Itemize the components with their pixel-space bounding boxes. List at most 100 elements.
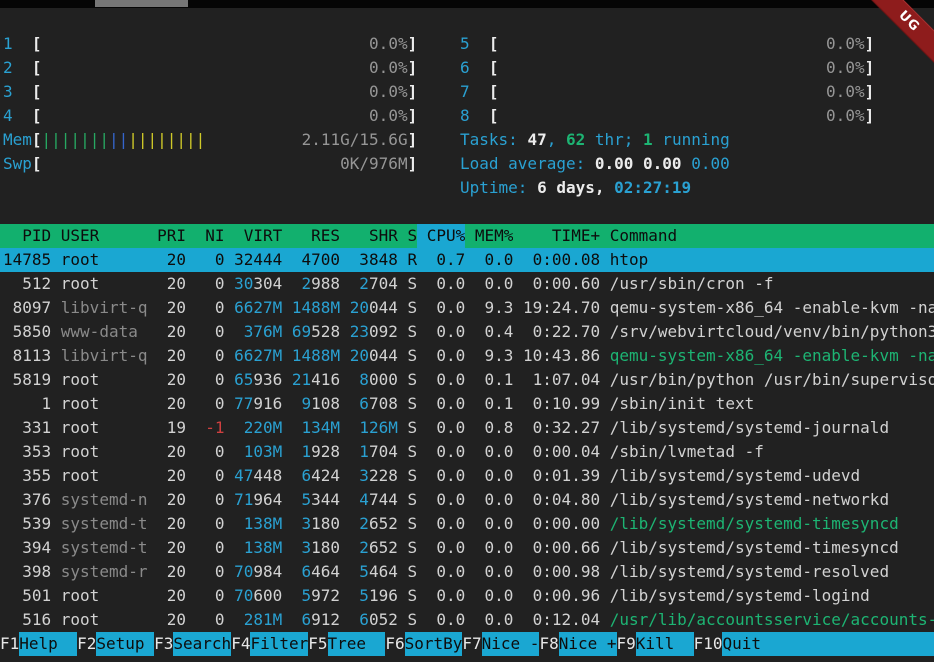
column-header-pid[interactable]: PID (3, 224, 51, 248)
nice-cell: -1 (196, 416, 225, 440)
fkey-action-help[interactable]: Help (19, 632, 77, 656)
fkey-label-f7: F7 (462, 632, 481, 656)
virt-cell: 376M (234, 320, 282, 344)
res-cell: 1928 (292, 440, 340, 464)
fkey-action-tree[interactable]: Tree (328, 632, 386, 656)
window-tab-fragment[interactable] (95, 0, 188, 7)
res-cell: 5344 (292, 488, 340, 512)
state-cell: S (407, 272, 417, 296)
meter-bar-yellow: |||||||| (128, 130, 205, 149)
cpu-pct-cell: 0.0 (427, 488, 466, 512)
process-row[interactable]: 398 systemd-r 20 0 70984 6464 5464 S 0.0… (0, 560, 934, 584)
fkey-action-kill[interactable]: Kill (636, 632, 694, 656)
process-row[interactable]: 14785 root 20 0 32444 4700 3848 R 0.7 0.… (0, 248, 934, 272)
column-header-mem[interactable]: MEM% (475, 224, 514, 248)
cpu7-meter-label: 7 (460, 80, 489, 104)
fkey-action-sortby[interactable]: SortBy (405, 632, 463, 656)
cpu-pct-cell: 0.0 (427, 296, 466, 320)
cpu5-meter-bar: 0.0% (499, 32, 865, 56)
shr-cell: 6052 (350, 608, 398, 632)
meter-bar-blue: || (109, 130, 128, 149)
column-header-ni[interactable]: NI (196, 224, 225, 248)
swap-meter-label: Swp (3, 152, 32, 176)
column-header-time[interactable]: TIME+ (523, 224, 600, 248)
fkey-action-nice+[interactable]: Nice + (559, 632, 617, 656)
cpu-pct-cell: 0.0 (427, 272, 466, 296)
cpu-pct-cell: 0.0 (427, 440, 466, 464)
cpu-meter-line: 3 [0.0%]7 [0.0%] (0, 80, 934, 104)
time-cell: 0:00.66 (523, 536, 600, 560)
command-cell: /lib/systemd/systemd-journald (610, 416, 889, 440)
cpu-pct-cell: 0.0 (427, 608, 466, 632)
mem-meter-value: 2.11G/15.6G (302, 128, 408, 152)
nice-cell: 0 (196, 344, 225, 368)
uptime-line: Uptime: 6 days, 02:27:19 (0, 176, 934, 200)
process-row[interactable]: 512 root 20 0 30304 2988 2704 S 0.0 0.0 … (0, 272, 934, 296)
fkey-label-f6: F6 (385, 632, 404, 656)
column-header-user[interactable]: USER (61, 224, 148, 248)
process-row[interactable]: 355 root 20 0 47448 6424 3228 S 0.0 0.0 … (0, 464, 934, 488)
cpu-pct-cell: 0.0 (427, 320, 466, 344)
command-cell: /srv/webvirtcloud/venv/bin/python3 (610, 320, 934, 344)
mem-pct-cell: 0.1 (475, 392, 514, 416)
res-cell: 21416 (292, 368, 340, 392)
nice-cell: 0 (196, 464, 225, 488)
process-row[interactable]: 376 systemd-n 20 0 71964 5344 4744 S 0.0… (0, 488, 934, 512)
mem-pct-cell: 0.0 (475, 272, 514, 296)
mem-meter-bar: |||||||||||||||||2.11G/15.6G (42, 128, 408, 152)
user-cell: root (61, 608, 148, 632)
res-cell: 2988 (292, 272, 340, 296)
virt-cell: 6627M (234, 344, 282, 368)
nice-cell: 0 (196, 584, 225, 608)
terminal-content: 1 [0.0%]5 [0.0%]2 [0.0%]6 [0.0%]3 [0.0%]… (0, 8, 934, 656)
cpu5-meter-value: 0.0% (826, 32, 865, 56)
process-row[interactable]: 353 root 20 0 103M 1928 1704 S 0.0 0.0 0… (0, 440, 934, 464)
fkey-action-filter[interactable]: Filter (250, 632, 308, 656)
column-header-command[interactable]: Command (610, 224, 677, 248)
nice-cell: 0 (196, 320, 225, 344)
mem-pct-cell: 0.8 (475, 416, 514, 440)
column-header-s[interactable]: S (407, 224, 417, 248)
res-cell: 4700 (292, 248, 340, 272)
pid-cell: 5850 (3, 320, 51, 344)
priority-cell: 20 (157, 392, 186, 416)
column-header-shr[interactable]: SHR (350, 224, 398, 248)
load-average-segment: Load average: (460, 154, 595, 173)
column-header-res[interactable]: RES (292, 224, 340, 248)
fkey-action-quit[interactable]: Quit (722, 632, 934, 656)
process-row[interactable]: 394 systemd-t 20 0 138M 3180 2652 S 0.0 … (0, 536, 934, 560)
res-cell: 6424 (292, 464, 340, 488)
command-cell: /lib/systemd/systemd-timesyncd (610, 512, 899, 536)
state-cell: S (407, 392, 417, 416)
fkey-action-nice-[interactable]: Nice - (482, 632, 540, 656)
pid-cell: 331 (3, 416, 51, 440)
mem-meter-label: Mem (3, 128, 32, 152)
process-row[interactable]: 1 root 20 0 77916 9108 6708 S 0.0 0.1 0:… (0, 392, 934, 416)
shr-cell: 8000 (350, 368, 398, 392)
cpu-pct-cell: 0.0 (427, 536, 466, 560)
blank-line (0, 200, 934, 224)
column-header-cpu[interactable]: CPU% (427, 224, 466, 248)
res-cell: 5972 (292, 584, 340, 608)
process-row[interactable]: 5850 www-data 20 0 376M 69528 23092 S 0.… (0, 320, 934, 344)
virt-cell: 138M (234, 512, 282, 536)
cpu8-meter-value: 0.0% (826, 104, 865, 128)
process-row[interactable]: 539 systemd-t 20 0 138M 3180 2652 S 0.0 … (0, 512, 934, 536)
fkey-action-setup[interactable]: Setup (96, 632, 154, 656)
tasks-segment: 1 (643, 130, 653, 149)
nice-cell: 0 (196, 392, 225, 416)
column-header-pri[interactable]: PRI (157, 224, 186, 248)
process-row[interactable]: 501 root 20 0 70600 5972 5196 S 0.0 0.0 … (0, 584, 934, 608)
process-row[interactable]: 516 root 20 0 281M 6912 6052 S 0.0 0.0 0… (0, 608, 934, 632)
column-header-virt[interactable]: VIRT (234, 224, 282, 248)
state-cell: S (407, 464, 417, 488)
res-cell: 9108 (292, 392, 340, 416)
fkey-label-f5: F5 (308, 632, 327, 656)
process-row[interactable]: 331 root 19 -1 220M 134M 126M S 0.0 0.8 … (0, 416, 934, 440)
process-row[interactable]: 5819 root 20 0 65936 21416 8000 S 0.0 0.… (0, 368, 934, 392)
process-row[interactable]: 8113 libvirt-q 20 0 6627M 1488M 20044 S … (0, 344, 934, 368)
state-cell: S (407, 488, 417, 512)
process-row[interactable]: 8097 libvirt-q 20 0 6627M 1488M 20044 S … (0, 296, 934, 320)
fkey-action-search[interactable]: Search (173, 632, 231, 656)
fkey-label-f4: F4 (231, 632, 250, 656)
